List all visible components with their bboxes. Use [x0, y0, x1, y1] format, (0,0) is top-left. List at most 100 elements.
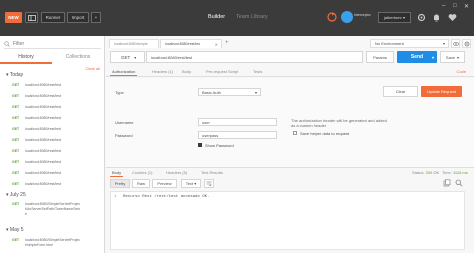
method-label: GET: [12, 238, 20, 242]
heart-icon[interactable]: [448, 13, 457, 22]
tab-pre-request-script[interactable]: Pre-request Script: [206, 69, 238, 74]
history-item[interactable]: GET localhost:8080/rest/test: [12, 149, 102, 154]
url-bar: GET ▾ localhost:8080/rest/test Params Sen…: [110, 51, 465, 63]
format-select[interactable]: Text ▾: [181, 179, 201, 188]
method-label: GET: [12, 149, 20, 153]
pretty-button[interactable]: Pretty: [110, 179, 130, 188]
history-item[interactable]: GET localhost:8080/rest/test: [12, 105, 102, 110]
history-url: localhost:8080/rest/test: [25, 116, 61, 120]
save-helper-checkbox[interactable]: [293, 131, 297, 135]
history-item[interactable]: GET localhost:8080/rest/test: [12, 171, 102, 176]
history-url: localhost:8080/rest/test: [25, 138, 61, 142]
method-label: GET: [12, 138, 20, 142]
history-item[interactable]: GET localhost:8080/SimpleServletProjec t/A…: [12, 202, 102, 217]
history-url: localhost:8080/rest/test: [25, 94, 61, 98]
password-input[interactable]: userpass: [198, 131, 277, 139]
add-tab-icon[interactable]: +: [225, 40, 229, 46]
save-button[interactable]: Save ▾: [440, 51, 465, 63]
method-label: GET: [12, 160, 20, 164]
history-url-line: t/AnServerSetPath/TuserNameSetz: [25, 207, 81, 211]
sidebar-search: [4, 39, 101, 49]
history-item[interactable]: GET localhost:8080/rest/test: [12, 116, 102, 121]
manage-environments-button[interactable]: [462, 39, 471, 48]
maximize-button[interactable]: □: [453, 3, 457, 9]
search-icon[interactable]: [455, 179, 463, 187]
send-label: Send: [410, 54, 424, 60]
tab-collections[interactable]: Collections: [52, 53, 104, 64]
clear-all-link[interactable]: Clear all: [85, 66, 100, 71]
auth-type-select[interactable]: Basic Auth ▾: [198, 88, 261, 96]
time-value: 1116 ms: [452, 170, 468, 175]
tab-body[interactable]: Body: [182, 69, 191, 74]
history-group-label-text: Today: [9, 72, 24, 78]
tab-test-results[interactable]: Test Results: [201, 170, 223, 175]
history-url: localhost:8080/rest/test: [25, 149, 61, 153]
request-tab-active[interactable]: localhost:8080/rest/tes ✕: [160, 39, 222, 48]
generate-code-link[interactable]: Code: [456, 69, 466, 74]
tab-response-body[interactable]: Body: [109, 170, 124, 177]
tab-builder[interactable]: Builder: [208, 14, 225, 20]
history-url: localhost:8080/rest/test: [25, 83, 61, 87]
history-item[interactable]: GET localhost:8080/rest/test: [12, 94, 102, 99]
auth-type-value: Basic Auth: [202, 89, 221, 95]
new-window-button[interactable]: +: [91, 12, 101, 23]
params-button[interactable]: Params: [366, 51, 394, 63]
wrap-button[interactable]: [204, 179, 214, 188]
notifications-icon[interactable]: [432, 13, 441, 22]
history-item[interactable]: GET localhost:8080/rest/test: [12, 83, 102, 88]
authorization-panel: Type Basic Auth ▾ Clear Update Request Us…: [106, 78, 474, 167]
history-group-label[interactable]: ▾ May 5: [6, 227, 24, 233]
satellite-icon[interactable]: [341, 11, 353, 23]
environment-select[interactable]: No Environment ▾: [370, 39, 449, 48]
save-helper-label: Save helper data to request: [300, 131, 350, 136]
toggle-sidebar-button[interactable]: [25, 12, 38, 23]
method-select[interactable]: GET ▾: [110, 51, 145, 63]
raw-button[interactable]: Raw: [132, 179, 150, 188]
method-label: GET: [12, 127, 20, 131]
response-body[interactable]: 1 Recurso Rest /rest/test accesado OK.: [110, 191, 465, 250]
history-item[interactable]: GET localhost:8080/SimpleServletProjec t/s…: [12, 238, 102, 248]
clear-auth-button[interactable]: Clear: [383, 86, 418, 97]
runner-button[interactable]: Runner: [41, 12, 65, 23]
history-item[interactable]: GET localhost:8080/rest/test: [12, 127, 102, 132]
copy-icon[interactable]: [443, 179, 451, 187]
tab-authorization[interactable]: Authorization: [109, 69, 138, 76]
method-label: GET: [12, 171, 20, 175]
url-input[interactable]: localhost:8080/rest/test: [146, 51, 363, 63]
tab-team-library[interactable]: Team Library: [236, 14, 268, 20]
history-item[interactable]: GET localhost:8080/rest/test: [12, 138, 102, 143]
sidebar-search-input[interactable]: [10, 40, 90, 47]
send-button[interactable]: Send ▾: [397, 51, 437, 63]
show-password-label: Show Password: [205, 143, 234, 148]
tab-headers[interactable]: Headers (1): [152, 69, 173, 74]
request-tab[interactable]: localhost:8080/simple: [109, 39, 159, 48]
import-button[interactable]: Import: [67, 12, 89, 23]
history-group-label-text: July 25: [9, 192, 26, 198]
tab-tests[interactable]: Tests: [253, 69, 262, 74]
status-value: 200 OK: [425, 170, 440, 175]
history-item[interactable]: GET localhost:8080/rest/test: [12, 182, 102, 187]
preview-button[interactable]: Preview: [152, 179, 177, 188]
user-menu-button[interactable]: jalbertomr ▾: [378, 12, 411, 23]
environment-quick-look-button[interactable]: [451, 39, 460, 48]
new-button[interactable]: NEW: [5, 12, 22, 23]
settings-icon[interactable]: [417, 13, 426, 22]
update-request-button[interactable]: Update Request: [421, 86, 462, 97]
eye-icon: [452, 41, 459, 46]
top-bar: NEW Runner Import + Builder Team Library…: [0, 0, 474, 36]
close-tab-icon[interactable]: ✕: [215, 42, 218, 47]
history-item[interactable]: GET localhost:8080/rest/test: [12, 160, 102, 165]
tab-response-headers[interactable]: Headers (5): [166, 170, 187, 175]
sync-icon[interactable]: [327, 12, 337, 22]
tab-history[interactable]: History: [0, 53, 52, 64]
time-label: Time:: [442, 170, 452, 175]
history-group-label[interactable]: ▾ July 25: [6, 192, 26, 198]
close-window-button[interactable]: ✕: [464, 3, 469, 10]
request-tab-label: localhost:8080/simple: [114, 42, 148, 46]
minimize-button[interactable]: –: [442, 3, 445, 9]
chevron-down-icon: ▾: [254, 89, 257, 95]
username-input[interactable]: user: [198, 118, 277, 126]
tab-cookies[interactable]: Cookies (1): [132, 170, 152, 175]
show-password-checkbox[interactable]: [198, 143, 202, 147]
history-group-label[interactable]: ▾ Today: [6, 72, 23, 78]
